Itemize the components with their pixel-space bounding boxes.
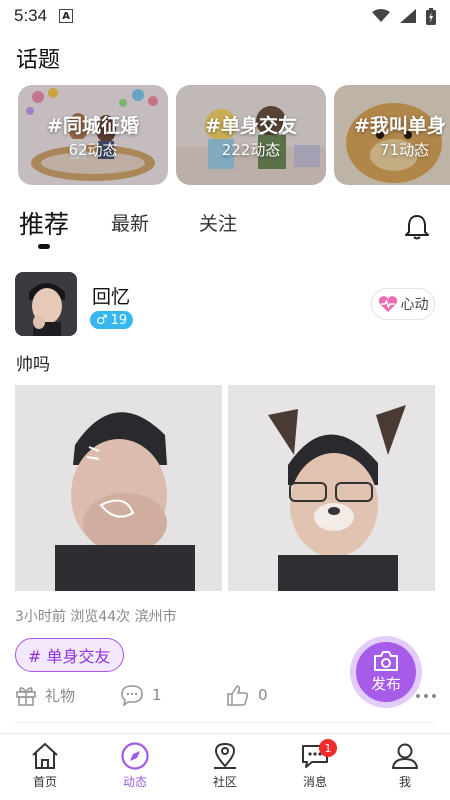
nav-messages[interactable]: 1 消息 xyxy=(285,739,345,790)
nav-feed[interactable]: 动态 xyxy=(105,741,165,790)
publish-label: 发布 xyxy=(370,675,401,693)
nav-me[interactable]: 我 xyxy=(375,741,435,790)
post-photo-2[interactable] xyxy=(228,385,435,591)
topic-card-1[interactable]: #同城征婚 62动态 xyxy=(18,85,168,185)
male-icon: ♂ xyxy=(96,312,108,328)
more-options-icon[interactable] xyxy=(416,694,436,698)
topic-card-3[interactable]: #我叫单身 71动态 xyxy=(334,85,450,185)
post-meta: 3小时前 浏览44次 滨州市 xyxy=(15,609,177,625)
gender-age-badge: ♂ 19 xyxy=(90,311,134,329)
comment-count: 1 xyxy=(152,686,162,704)
wifi-icon xyxy=(372,9,390,22)
like-button[interactable]: 0 xyxy=(226,684,268,706)
tab-recommend[interactable]: 推荐 xyxy=(19,205,69,241)
thumbs-up-icon xyxy=(227,685,249,706)
publish-button[interactable]: 发布 xyxy=(356,642,416,702)
post-photo-image xyxy=(15,385,222,591)
topic-count: 71动态 xyxy=(380,141,430,159)
topics-title: 话题 xyxy=(16,48,61,73)
compass-icon xyxy=(121,742,149,770)
post-photo-1[interactable] xyxy=(15,385,222,591)
message-badge: 1 xyxy=(319,739,337,757)
age-value: 19 xyxy=(110,312,128,328)
bottom-nav: 首页 动态 社区 1 消息 我 xyxy=(0,733,450,800)
tab-following[interactable]: 关注 xyxy=(199,209,237,236)
gift-button[interactable]: 礼物 xyxy=(15,684,75,706)
status-icons xyxy=(372,7,436,25)
nav-label: 我 xyxy=(398,775,411,789)
topic-carousel[interactable]: #同城征婚 62动态 #单身交友 222动态 #我叫单身 71动态 xyxy=(18,85,450,187)
comment-icon xyxy=(121,685,143,706)
gift-icon xyxy=(16,687,36,706)
post-text: 帅吗 xyxy=(16,355,50,375)
notification-icon: A xyxy=(59,9,74,23)
status-bar: 5:34 A xyxy=(0,0,450,32)
post-divider xyxy=(15,722,435,723)
heart-beat-button[interactable]: 心动 xyxy=(371,288,435,320)
tab-latest[interactable]: 最新 xyxy=(111,209,149,236)
avatar-image xyxy=(15,272,77,336)
signal-icon xyxy=(400,9,416,23)
gift-label: 礼物 xyxy=(45,686,76,705)
topic-name: #我叫单身 xyxy=(354,115,446,137)
camera-icon xyxy=(374,651,398,671)
post-photo-image xyxy=(228,385,435,591)
avatar[interactable] xyxy=(15,272,77,336)
heartbeat-icon xyxy=(378,296,397,312)
topic-count: 62动态 xyxy=(68,141,118,159)
like-count: 0 xyxy=(258,686,268,704)
battery-icon xyxy=(426,7,436,25)
nav-label: 首页 xyxy=(32,775,57,789)
tab-indicator xyxy=(38,244,50,249)
topic-name: #同城征婚 xyxy=(47,115,139,137)
heart-beat-label: 心动 xyxy=(400,297,429,313)
status-time: 5:34 xyxy=(14,6,48,25)
home-icon xyxy=(32,743,58,769)
nav-label: 消息 xyxy=(302,775,327,789)
feed-tabs: 推荐 最新 关注 xyxy=(0,205,450,253)
topic-name: #单身交友 xyxy=(205,115,297,137)
user-icon xyxy=(392,743,418,769)
post-username[interactable]: 回忆 xyxy=(92,282,130,309)
map-pin-icon xyxy=(214,742,236,769)
topic-count: 222动态 xyxy=(221,141,281,159)
comment-button[interactable]: 1 xyxy=(120,684,162,706)
nav-community[interactable]: 社区 xyxy=(195,741,255,790)
nav-label: 动态 xyxy=(122,775,147,789)
post-tag[interactable]: # 单身交友 xyxy=(15,638,124,672)
nav-home[interactable]: 首页 xyxy=(15,741,75,790)
topic-card-2[interactable]: #单身交友 222动态 xyxy=(176,85,326,185)
bell-icon[interactable] xyxy=(404,213,430,241)
nav-label: 社区 xyxy=(212,775,237,789)
